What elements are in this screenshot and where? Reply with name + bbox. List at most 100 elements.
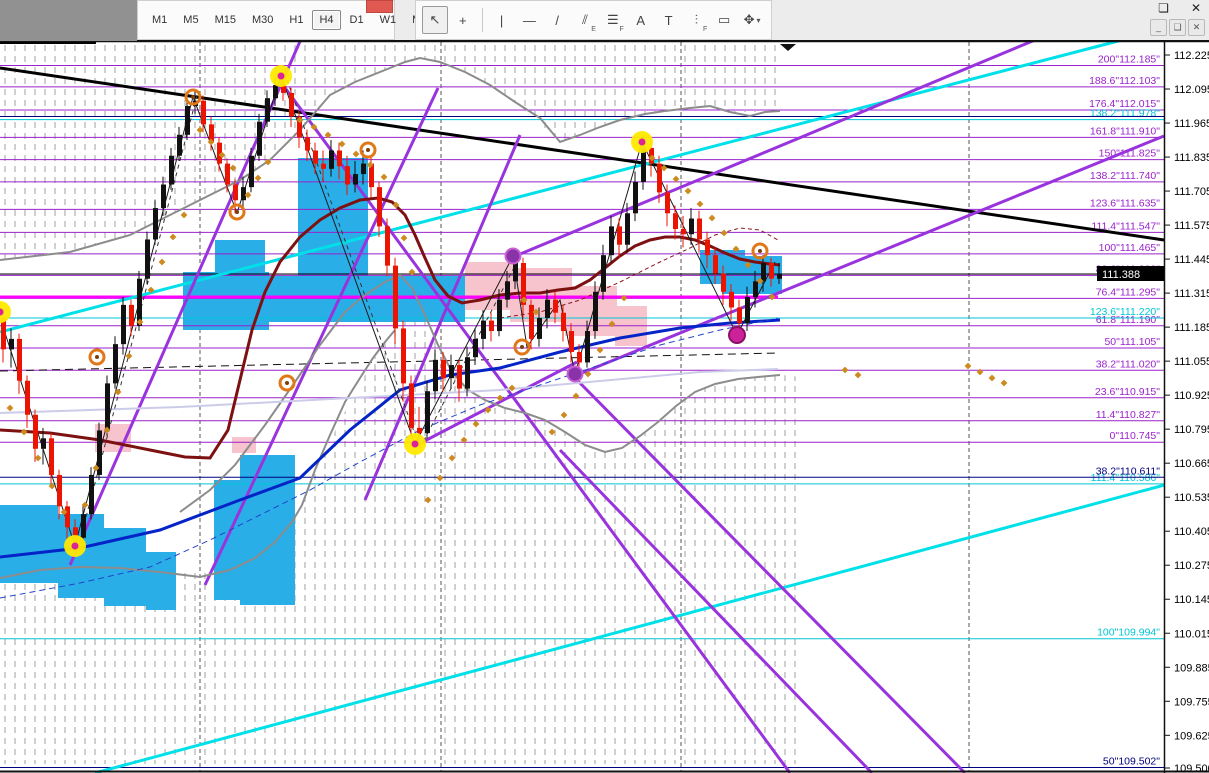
timeframe-button-d1[interactable]: D1 (343, 10, 371, 30)
fib-label: 123.6"111.635" (1090, 197, 1160, 209)
price-tick-label[interactable]: 110.145 (1174, 594, 1209, 606)
close-window-button[interactable]: ✕ (1191, 0, 1201, 16)
horizontal-line-tool-icon[interactable]: — (516, 6, 542, 34)
candle-body (25, 381, 30, 415)
price-tick-label[interactable]: 110.275 (1174, 560, 1209, 572)
candle-body (769, 263, 774, 279)
candle-body (425, 391, 430, 433)
price-tick-label[interactable]: 111.055 (1174, 356, 1209, 368)
bearish-cloud-rect (565, 286, 617, 336)
text-tool-icon[interactable]: A (628, 6, 654, 34)
price-tick-label[interactable]: 111.445 (1174, 254, 1209, 266)
fib-label: 11.4"110.827" (1096, 409, 1161, 421)
price-tick-label[interactable]: 109.500 (1174, 763, 1209, 773)
candle-body (529, 305, 534, 339)
price-tick-label[interactable]: 112.095 (1174, 84, 1209, 96)
minimize-chart-button[interactable]: _ (1150, 19, 1167, 36)
candle-body (161, 185, 166, 209)
wave-label-dot (639, 139, 646, 146)
candle-body (457, 365, 462, 389)
timeframe-button-h4[interactable]: H4 (312, 10, 340, 30)
fib-label: 188.6"112.103" (1089, 75, 1160, 87)
crosshair-tool-icon[interactable]: + (450, 6, 476, 34)
candle-body (385, 226, 390, 265)
candle-body (729, 292, 734, 308)
candle-body (377, 187, 382, 226)
vertical-line-tool-icon[interactable]: | (489, 6, 515, 34)
timeframe-button-w1[interactable]: W1 (373, 10, 404, 30)
orange-marker-center (235, 210, 239, 214)
candle-body (497, 300, 502, 331)
candle-body (241, 187, 246, 200)
price-tick-label[interactable]: 110.795 (1174, 424, 1209, 436)
candle-body (33, 415, 38, 449)
candle-body (273, 85, 278, 98)
candle-body (481, 321, 486, 339)
cursor-tool-icon[interactable]: ↖ (422, 6, 448, 34)
timeframe-toolbar: M1M5M15M30H1H4D1W1MN (137, 0, 395, 40)
price-tick-label[interactable]: 110.015 (1174, 628, 1209, 640)
timeframe-button-m15[interactable]: M15 (208, 10, 243, 30)
candle-body (417, 428, 422, 433)
candle-body (593, 292, 598, 331)
arrows-tool-icon[interactable]: ✥▾ (739, 6, 765, 34)
candle-body (105, 383, 110, 430)
candle-body (337, 151, 342, 167)
fib-label: 38.2"111.020" (1096, 358, 1161, 370)
text-label-tool-icon[interactable]: T (656, 6, 682, 34)
candle-body (257, 122, 262, 156)
bearish-cloud-rect (232, 437, 256, 453)
candle-body (761, 263, 766, 281)
price-tick-label[interactable]: 110.535 (1174, 492, 1209, 504)
candle-body (313, 151, 318, 164)
fibonacci-timezones-tool-icon[interactable]: ⫶F (683, 6, 709, 34)
candle-body (617, 226, 622, 244)
fib-label: 50"111.105" (1104, 336, 1160, 348)
wave-label-dot (72, 543, 79, 550)
bullish-cloud-rect (265, 276, 465, 322)
candle-body (625, 213, 630, 244)
candle-body (545, 300, 550, 318)
close-chart-button[interactable]: ✕ (1188, 19, 1205, 36)
toolbar-strip: M1M5M15M30H1H4D1W1MN ↖+|—/⫽E☰FAT⫶F▭✥▾ ❏✕… (0, 0, 1209, 41)
price-tick-label[interactable]: 112.225 (1174, 50, 1209, 62)
price-tick-label[interactable]: 109.885 (1174, 662, 1209, 674)
equidistant-channel-tool-icon[interactable]: ⫽E (572, 6, 598, 34)
trendline-tool-icon[interactable]: / (544, 6, 570, 34)
price-tick-label[interactable]: 111.575 (1174, 220, 1209, 232)
timeframe-button-h1[interactable]: H1 (282, 10, 310, 30)
magenta-swing-marker (729, 327, 745, 343)
rectangle-tool-icon[interactable]: ▭ (711, 6, 737, 34)
price-tick-label[interactable]: 110.665 (1174, 458, 1209, 470)
restore-chart-button[interactable]: ❏ (1169, 19, 1186, 36)
window-corner (0, 0, 137, 41)
price-tick-label[interactable]: 111.185 (1174, 322, 1209, 334)
candle-body (49, 438, 54, 475)
red-toolbar-button-fragment[interactable] (366, 0, 393, 13)
fib-label: 0"110.745" (1110, 430, 1161, 442)
orange-marker-center (285, 381, 289, 385)
timeframe-button-m5[interactable]: M5 (176, 10, 205, 30)
price-tick-label[interactable]: 111.315 (1174, 288, 1209, 300)
price-tick-label[interactable]: 111.705 (1174, 186, 1209, 198)
candle-body (329, 151, 334, 169)
price-tick-label[interactable]: 110.925 (1174, 390, 1209, 402)
price-tick-label[interactable]: 111.835 (1174, 152, 1209, 164)
restore-window-button[interactable]: ❏ (1158, 0, 1169, 16)
chart-canvas[interactable]: 200"112.185"188.6"112.103"176.4"112.015"… (0, 0, 1209, 773)
price-tick-label[interactable]: 109.625 (1174, 730, 1209, 742)
fib-label: 200"112.185" (1098, 53, 1160, 65)
candle-body (121, 305, 126, 344)
candle-body (745, 297, 750, 323)
candle-body (737, 307, 742, 323)
price-tick-label[interactable]: 109.755 (1174, 696, 1209, 708)
price-tick-label[interactable]: 111.965 (1174, 118, 1209, 130)
fib-label: 138.2"111.740" (1090, 170, 1160, 182)
timeframe-button-m30[interactable]: M30 (245, 10, 280, 30)
toolbar-separator (482, 8, 483, 32)
timeframe-button-m1[interactable]: M1 (145, 10, 174, 30)
price-tick-label[interactable]: 110.405 (1174, 526, 1209, 538)
candle-body (665, 192, 670, 213)
fibonacci-retracement-tool-icon[interactable]: ☰F (600, 6, 626, 34)
current-price-label: 111.388 (1102, 269, 1140, 281)
